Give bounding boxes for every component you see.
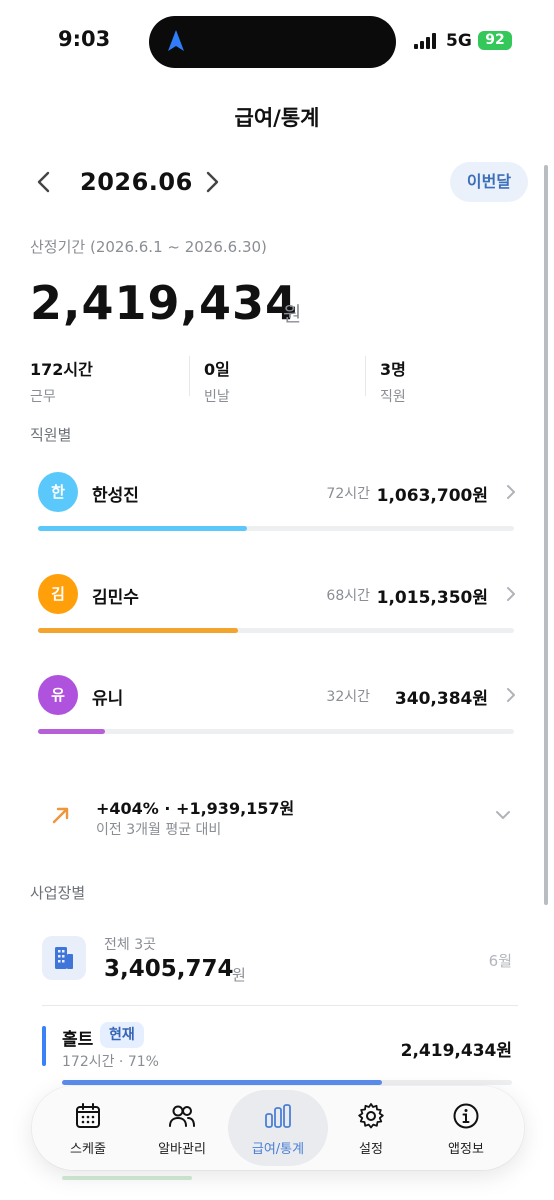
- employee-name: 유니: [92, 689, 124, 709]
- employee-hours: 32시간: [326, 689, 370, 705]
- partial-bar: [62, 1176, 192, 1180]
- stat-divider: [365, 356, 366, 396]
- chevron-right-icon: [507, 688, 515, 702]
- share-bar-fill: [38, 526, 248, 531]
- section-title-employees: 직원별: [30, 426, 72, 444]
- page-title: 급여/통계: [234, 106, 320, 130]
- tab-label: 설정: [359, 1142, 383, 1157]
- share-bar: [38, 729, 514, 734]
- stat-value: 0일: [204, 360, 230, 379]
- store-amount: 2,419,434원: [400, 1041, 512, 1061]
- employee-hours: 68시간: [326, 588, 370, 604]
- share-bar-fill: [38, 628, 238, 633]
- stat-label: 직원: [380, 389, 406, 405]
- tab-staff-management[interactable]: 알바관리: [132, 1086, 232, 1170]
- store-name: 홀트: [62, 1030, 94, 1050]
- status-time: 9:03: [58, 27, 111, 51]
- tab-app-info[interactable]: 앱정보: [416, 1086, 516, 1170]
- bar-chart-icon: [265, 1104, 291, 1128]
- navigation-arrow-icon: [168, 30, 184, 51]
- store-meta: 172시간 · 71%: [62, 1054, 159, 1070]
- business-total-unit: 원: [232, 966, 246, 984]
- tab-schedule[interactable]: 스케줄: [38, 1086, 138, 1170]
- employee-row[interactable]: 한 한성진 72시간 1,063,700원: [38, 472, 518, 552]
- section-title-business: 사업장별: [30, 884, 86, 902]
- employee-row[interactable]: 유 유니 32시간 340,384원: [38, 675, 518, 755]
- chevron-right-icon: [507, 485, 515, 499]
- tab-label: 앱정보: [448, 1142, 484, 1157]
- store-accent-bar: [42, 1026, 46, 1066]
- employee-amount: 1,063,700원: [376, 486, 488, 506]
- business-total: 3,405,774: [104, 956, 234, 982]
- business-summary[interactable]: 전체 3곳 3,405,774 원 6월: [42, 926, 518, 996]
- stat-value: 172시간: [30, 360, 93, 379]
- network-type: 5G: [446, 31, 472, 51]
- comparison-row[interactable]: +404% · +1,939,157원 이전 3개월 평균 대비: [30, 786, 524, 846]
- comparison-value: +404% · +1,939,157원: [96, 799, 295, 818]
- avatar: 김: [38, 574, 78, 614]
- info-icon: [453, 1103, 479, 1129]
- stat-value: 3명: [380, 360, 406, 379]
- avatar: 한: [38, 472, 78, 512]
- stat-label: 근무: [30, 389, 56, 405]
- employee-name: 김민수: [92, 588, 139, 608]
- chevron-down-icon: [496, 811, 510, 819]
- employee-row[interactable]: 김 김민수 68시간 1,015,350원: [38, 574, 518, 654]
- chevron-right-icon[interactable]: [198, 168, 226, 196]
- building-icon: [42, 936, 86, 980]
- calendar-icon: [76, 1103, 100, 1128]
- calculation-period: 산정기간 (2026.6.1 ~ 2026.6.30): [30, 238, 267, 256]
- employee-amount: 1,015,350원: [376, 588, 488, 608]
- total-payroll: 2,419,434: [30, 276, 298, 330]
- tab-label: 알바관리: [158, 1142, 206, 1157]
- total-unit: 원: [283, 302, 302, 326]
- share-bar: [38, 526, 514, 531]
- signal-icon: [414, 33, 436, 49]
- status-bar: 9:03 5G 92: [0, 0, 554, 84]
- share-bar-fill: [38, 729, 105, 734]
- stat-label: 빈날: [204, 389, 230, 405]
- store-row[interactable]: 홀트 현재 172시간 · 71% 2,419,434원: [42, 1020, 518, 1090]
- tab-label: 급여/통계: [251, 1142, 305, 1157]
- business-month: 6월: [488, 952, 512, 970]
- chevron-left-icon[interactable]: [30, 168, 58, 196]
- employee-name: 한성진: [92, 486, 139, 506]
- tab-payroll-stats[interactable]: 급여/통계: [228, 1090, 328, 1166]
- tab-bar: 스케줄 알바관리 급여/통계 설정 앱정보: [32, 1086, 524, 1170]
- stat-work-hours: 172시간 근무: [30, 356, 93, 406]
- trend-up-arrow-icon: [52, 807, 69, 824]
- people-icon: [169, 1105, 195, 1127]
- battery-icon: 92: [478, 31, 512, 50]
- business-count: 전체 3곳: [104, 937, 156, 953]
- divider: [42, 1005, 518, 1006]
- comparison-caption: 이전 3개월 평균 대비: [96, 822, 222, 838]
- share-bar: [38, 628, 514, 633]
- dynamic-island: [149, 16, 396, 68]
- scrollbar[interactable]: [544, 165, 548, 905]
- chevron-right-icon: [507, 587, 515, 601]
- employee-amount: 340,384원: [394, 689, 488, 709]
- stat-divider: [189, 356, 190, 396]
- store-share-bar-fill: [62, 1080, 382, 1085]
- tab-label: 스케줄: [70, 1142, 106, 1157]
- gear-icon: [358, 1103, 384, 1129]
- current-badge: 현재: [100, 1022, 144, 1048]
- employee-hours: 72시간: [326, 486, 370, 502]
- tab-settings[interactable]: 설정: [321, 1086, 421, 1170]
- store-share-bar: [62, 1080, 512, 1085]
- avatar: 유: [38, 675, 78, 715]
- stat-staff-count: 3명 직원: [380, 356, 406, 406]
- this-month-button[interactable]: 이번달: [450, 162, 528, 202]
- month-label: 2026.06: [80, 168, 193, 196]
- stat-empty-days: 0일 빈날: [204, 356, 230, 406]
